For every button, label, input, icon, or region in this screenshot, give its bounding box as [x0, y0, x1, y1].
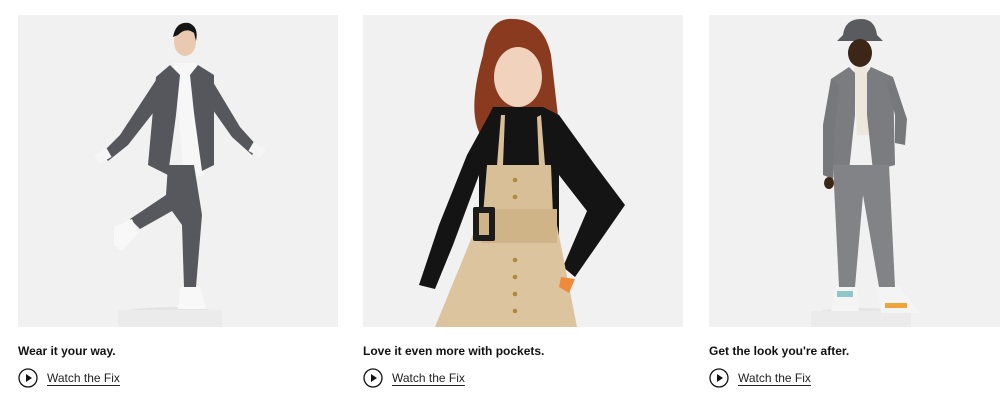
look-card-2: Love it even more with pockets. Watch th… — [363, 15, 683, 388]
look-caption: Wear it your way. — [18, 344, 116, 358]
look-caption: Get the look you're after. — [709, 344, 850, 358]
look-photo[interactable] — [709, 15, 1000, 327]
watch-the-fix-link[interactable]: Watch the Fix — [363, 368, 683, 388]
look-caption: Love it even more with pockets. — [363, 344, 545, 358]
watch-the-fix-link[interactable]: Watch the Fix — [18, 368, 338, 388]
play-circle-icon[interactable] — [363, 368, 383, 388]
look-card-1: Wear it your way. Watch the Fix — [18, 15, 338, 388]
watch-the-fix-label[interactable]: Watch the Fix — [47, 371, 120, 385]
watch-the-fix-label[interactable]: Watch the Fix — [738, 371, 811, 385]
look-photo[interactable] — [363, 15, 683, 327]
look-photo[interactable] — [18, 15, 338, 327]
watch-the-fix-link[interactable]: Watch the Fix — [709, 368, 1000, 388]
model-in-tan-dress-image — [363, 15, 683, 327]
play-circle-icon[interactable] — [709, 368, 729, 388]
watch-the-fix-label[interactable]: Watch the Fix — [392, 371, 465, 385]
play-circle-icon[interactable] — [18, 368, 38, 388]
model-in-gray-suit-image — [709, 15, 1000, 327]
look-card-3: Get the look you're after. Watch the Fix — [709, 15, 1000, 388]
model-in-plaid-suit-image — [18, 15, 338, 327]
